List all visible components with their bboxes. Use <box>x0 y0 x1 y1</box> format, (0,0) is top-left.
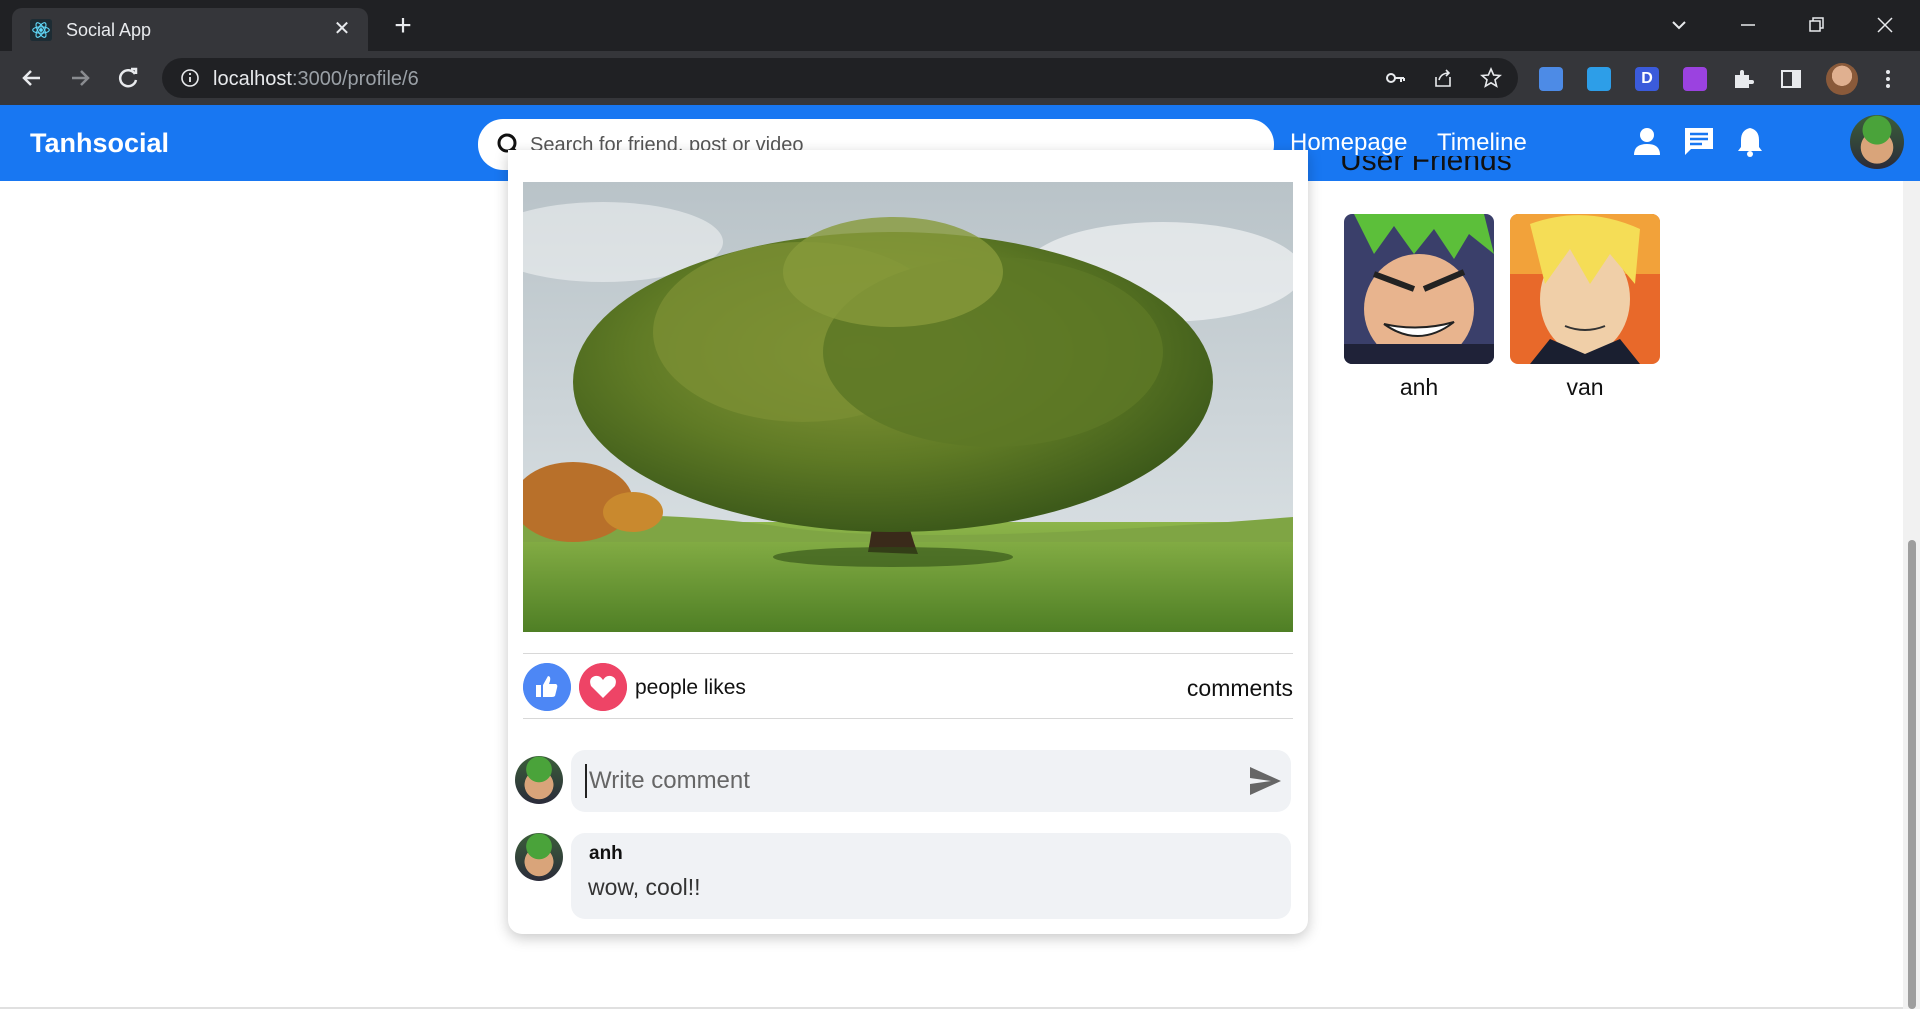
reload-icon[interactable] <box>112 62 144 94</box>
purple-extension-icon[interactable] <box>1683 67 1707 91</box>
comment-input[interactable] <box>585 764 1205 798</box>
site-info-icon[interactable] <box>180 68 200 88</box>
anime-sanji-image <box>1510 214 1660 364</box>
friend-card-anh[interactable]: anh <box>1344 214 1494 401</box>
share-icon[interactable] <box>1432 67 1454 89</box>
friend-photo[interactable] <box>1344 214 1494 364</box>
browser-toolbar: localhost:3000/profile/6 D <box>0 51 1920 105</box>
brand-logo[interactable]: Tanhsocial <box>30 128 169 159</box>
profile-avatar[interactable] <box>1826 63 1858 95</box>
url-host: localhost <box>213 68 292 90</box>
tab-title: Social App <box>66 20 152 40</box>
comment-author[interactable]: anh <box>589 843 623 865</box>
friend-photo[interactable] <box>1510 214 1660 364</box>
post-card: people likes comments anh wow, cool!! <box>508 150 1308 934</box>
chat-icon[interactable] <box>1682 125 1716 159</box>
react-favicon-icon <box>30 19 52 41</box>
key-icon[interactable] <box>1384 67 1406 89</box>
restore-icon[interactable] <box>1801 10 1831 40</box>
browser-tabstrip: Social App ✕ + <box>0 0 1920 51</box>
minimize-icon[interactable] <box>1733 10 1763 40</box>
close-window-icon[interactable] <box>1870 10 1900 40</box>
browser-tab[interactable]: Social App ✕ <box>12 8 368 51</box>
comments-count-text[interactable]: comments <box>1187 675 1293 702</box>
comment-form <box>571 750 1291 812</box>
likes-count-text: people likes <box>635 676 746 699</box>
tab-search-icon[interactable] <box>1664 10 1694 40</box>
forward-arrow-icon[interactable] <box>64 62 96 94</box>
comment-item: anh wow, cool!! <box>571 833 1291 919</box>
new-tab-button[interactable]: + <box>388 11 418 42</box>
page-scrollbar-thumb[interactable] <box>1908 540 1916 1009</box>
extensions-puzzle-icon[interactable] <box>1731 67 1755 91</box>
back-arrow-icon[interactable] <box>16 62 48 94</box>
friend-name[interactable]: anh <box>1344 374 1494 401</box>
nav-link-timeline[interactable]: Timeline <box>1437 129 1527 157</box>
friends-title: User Friends <box>1340 156 1512 177</box>
thumbs-up-icon[interactable] <box>523 663 571 711</box>
d-extension-icon[interactable]: D <box>1635 67 1659 91</box>
menu-dots-icon[interactable] <box>1876 67 1900 91</box>
url-path: :3000/profile/6 <box>291 68 419 90</box>
current-user-avatar <box>515 756 563 804</box>
header-avatar[interactable] <box>1850 115 1904 169</box>
comment-text: wow, cool!! <box>588 874 701 900</box>
person-icon[interactable] <box>1630 125 1664 159</box>
url-text[interactable]: localhost:3000/profile/6 <box>213 68 419 91</box>
bell-icon[interactable] <box>1733 125 1767 159</box>
tree-photo <box>523 182 1293 632</box>
post-divider-bottom <box>523 718 1293 719</box>
heart-icon[interactable] <box>579 663 627 711</box>
anime-zoro-image <box>1344 214 1494 364</box>
tab-close-icon[interactable]: ✕ <box>330 17 354 41</box>
friend-card-van[interactable]: van <box>1510 214 1660 401</box>
post-divider-top <box>523 653 1293 654</box>
friend-name[interactable]: van <box>1510 374 1660 401</box>
post-image <box>523 182 1293 632</box>
bookmark-star-icon[interactable] <box>1480 67 1502 89</box>
address-bar[interactable]: localhost:3000/profile/6 <box>162 58 1518 98</box>
dropper-extension-icon[interactable] <box>1587 67 1611 91</box>
comment-author-avatar <box>515 833 563 881</box>
screen-capture-extension-icon[interactable] <box>1539 67 1563 91</box>
send-icon[interactable] <box>1247 764 1283 798</box>
side-panel-icon[interactable] <box>1779 67 1803 91</box>
